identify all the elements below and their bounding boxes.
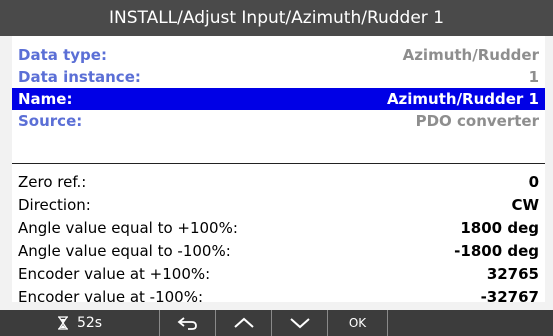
row-name[interactable]: Name: Azimuth/Rudder 1 — [12, 88, 545, 110]
row-label: Angle value equal to +100%: — [18, 219, 238, 237]
section-divider — [12, 163, 545, 164]
row-label: Encoder value at -100%: — [18, 288, 204, 302]
down-button[interactable] — [272, 310, 328, 336]
row-angle-minus[interactable]: Angle value equal to -100%: -1800 deg — [12, 240, 545, 262]
row-value: Azimuth/Rudder — [402, 46, 539, 64]
row-value: 0 — [528, 173, 539, 191]
bottom-toolbar: 52s OK — [0, 310, 553, 336]
row-value: 1 — [528, 68, 539, 86]
row-label: Zero ref.: — [18, 173, 87, 191]
row-label: Name: — [18, 90, 73, 108]
row-encoder-plus[interactable]: Encoder value at +100%: 32765 — [12, 263, 545, 285]
row-value: -32767 — [480, 288, 539, 302]
row-data-instance[interactable]: Data instance: 1 — [12, 66, 545, 88]
chevron-down-icon — [289, 317, 311, 329]
back-arrow-icon — [177, 316, 199, 330]
row-source[interactable]: Source: PDO converter — [12, 110, 545, 132]
up-button[interactable] — [216, 310, 272, 336]
row-data-type[interactable]: Data type: Azimuth/Rudder — [12, 44, 545, 66]
row-value: 32765 — [486, 265, 539, 283]
row-label: Direction: — [18, 196, 91, 214]
row-label: Angle value equal to -100%: — [18, 242, 231, 260]
row-label: Source: — [18, 112, 83, 130]
row-value: 1800 deg — [460, 219, 539, 237]
hourglass-icon — [57, 316, 69, 330]
row-value: -1800 deg — [454, 242, 539, 260]
window-title: INSTALL/Adjust Input/Azimuth/Rudder 1 — [0, 0, 553, 36]
settings-panel: Data type: Azimuth/Rudder Data instance:… — [12, 36, 545, 302]
row-value: Azimuth/Rudder 1 — [386, 90, 539, 108]
row-label: Data type: — [18, 46, 107, 64]
row-zero-ref[interactable]: Zero ref.: 0 — [12, 171, 545, 193]
row-angle-plus[interactable]: Angle value equal to +100%: 1800 deg — [12, 217, 545, 239]
row-value: PDO converter — [415, 112, 539, 130]
row-value: CW — [511, 196, 539, 214]
row-label: Encoder value at +100%: — [18, 265, 211, 283]
back-button[interactable] — [160, 310, 216, 336]
timeout-timer: 52s — [0, 310, 160, 336]
row-label: Data instance: — [18, 68, 141, 86]
row-encoder-minus[interactable]: Encoder value at -100%: -32767 — [12, 286, 545, 302]
chevron-up-icon — [233, 317, 255, 329]
row-direction[interactable]: Direction: CW — [12, 194, 545, 216]
ok-button[interactable]: OK — [328, 310, 388, 336]
timer-value: 52s — [76, 315, 103, 331]
